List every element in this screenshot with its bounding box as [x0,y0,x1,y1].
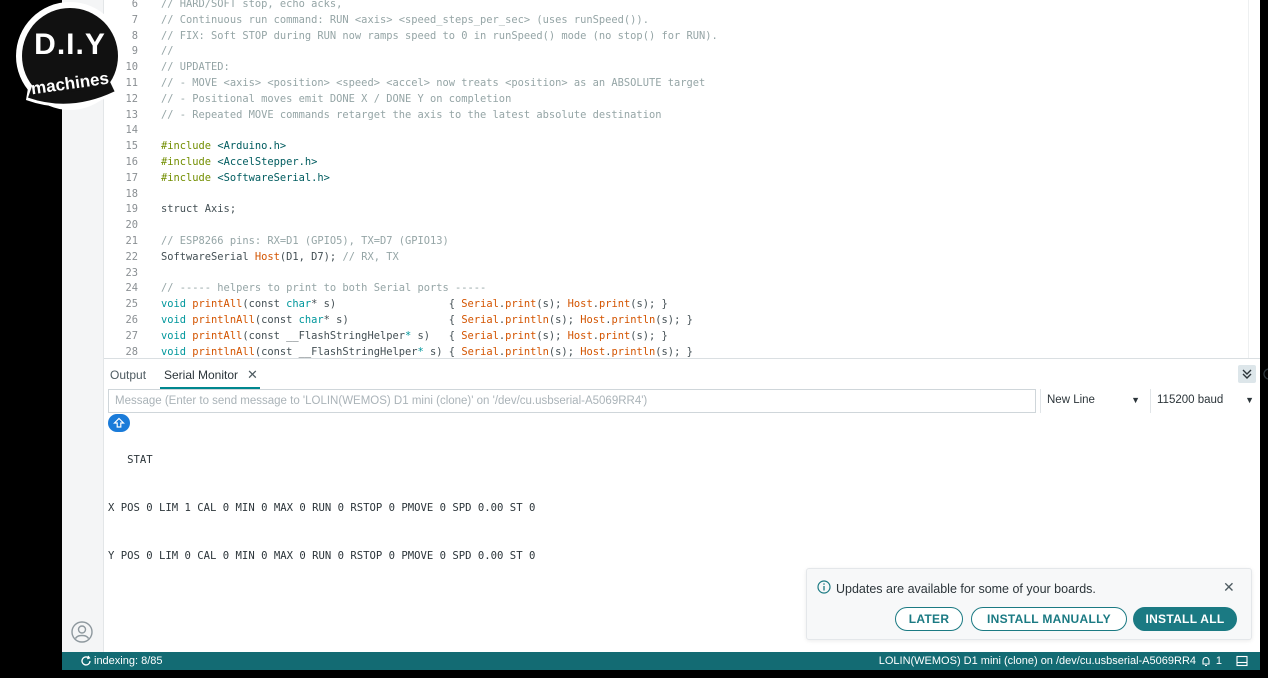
code-line: 16 #include <AccelStepper.h> [104,154,1244,170]
line-number: 23 [125,266,138,279]
line-number: 19 [125,203,138,216]
double-chevron-down-icon [1242,369,1252,379]
code-text: void printlnAll(const char* s) { Serial.… [161,314,693,326]
info-icon [817,580,831,594]
line-number: 18 [125,187,138,200]
indexing-status: indexing: 8/85 [94,655,163,667]
close-notification-icon[interactable]: ✕ [1223,579,1235,596]
account-icon[interactable] [70,620,94,644]
serial-line: Y POS 0 LIM 0 CAL 0 MIN 0 MAX 0 RUN 0 RS… [108,550,536,562]
serial-line: X POS 0 LIM 1 CAL 0 MIN 0 MAX 0 RUN 0 RS… [108,502,536,514]
install-all-button[interactable]: INSTALL ALL [1133,607,1237,631]
bell-icon[interactable] [1200,655,1212,667]
serial-output: STAT X POS 0 LIM 1 CAL 0 MIN 0 MAX 0 RUN… [108,420,535,596]
code-line: 24 // ----- helpers to print to both Seri… [104,280,1244,296]
code-text: // ESP8266 pins: RX=D1 (GPIO5), TX=D7 (G… [161,235,449,247]
line-number: 28 [125,345,138,358]
caret-down-icon: ▼ [1245,395,1254,405]
serial-line: STAT [108,454,153,466]
timestamp-button[interactable] [1260,365,1268,383]
code-text: SoftwareSerial Host(D1, D7); // RX, TX [161,250,399,263]
line-number: 14 [125,124,138,137]
code-line: 11// - MOVE <axis> <position> <speed> <a… [104,75,1244,91]
code-editor[interactable]: 6// HARD/SOFT stop, echo acks, 7// Contin… [104,0,1260,358]
logo-text-diy: D.I.Y [34,28,106,61]
update-notification: Updates are available for some of your b… [806,568,1252,640]
code-text: void printlnAll(const __FlashStringHelpe… [161,345,693,358]
code-line: 17 #include <SoftwareSerial.h> [104,170,1244,186]
line-number: 22 [125,250,138,263]
later-button[interactable]: LATER [895,607,963,631]
code-text: // [161,45,174,58]
code-text: // HARD/SOFT stop, echo acks, [161,0,343,10]
code-line: 15 #include <Arduino.h> [104,138,1244,154]
code-text: void printAll(const __FlashStringHelper*… [161,329,668,342]
baud-rate-value: 115200 baud [1157,394,1224,406]
code-line: 23 [104,265,1244,281]
code-line: 19 struct Axis; [104,201,1244,217]
line-number: 24 [125,282,138,295]
install-manually-button[interactable]: INSTALL MANUALLY [971,607,1127,631]
code-line: 12// - Positional moves emit DONE X / DO… [104,91,1244,107]
autoscroll-button[interactable] [1238,365,1256,383]
code-text: // - Repeated MOVE commands retarget the… [161,108,662,121]
arrow-up-icon [113,417,125,428]
code-line: 21 // ESP8266 pins: RX=D1 (GPIO5), TX=D7 … [104,233,1244,249]
code-line: 25 void printAll(const char* s) { Serial.… [104,296,1244,312]
caret-down-icon: ▼ [1131,395,1140,405]
code-text: // Continuous run command: RUN <axis> <s… [161,13,649,26]
serial-message-input[interactable]: Message (Enter to send message to 'LOLIN… [108,389,1036,413]
code-text: // - MOVE <axis> <position> <speed> <acc… [161,77,706,89]
line-number: 17 [125,171,138,184]
code-line: 9// [104,43,1244,59]
diy-machines-logo: D.I.Y machines [14,0,126,112]
code-text: // - Positional moves emit DONE X / DONE… [161,92,512,105]
code-text: #include <SoftwareSerial.h> [161,171,330,184]
line-number: 16 [125,156,138,168]
code-text: // FIX: Soft STOP during RUN now ramps s… [161,29,718,42]
tab-serial-monitor[interactable]: Serial Monitor [164,368,238,382]
code-text: // ----- helpers to print to both Serial… [161,282,487,295]
line-ending-value: New Line [1047,394,1095,406]
notification-message: Updates are available for some of your b… [836,582,1096,596]
line-number: 15 [125,140,138,153]
code-text: struct Axis; [161,203,237,216]
code-text: void printAll(const char* s) { Serial.pr… [161,298,668,311]
code-line: 14 [104,122,1244,138]
code-line: 20 [104,217,1244,233]
line-number: 20 [125,219,138,232]
panel-tabs: Output Serial Monitor ✕ [104,359,1268,389]
line-number: 26 [125,314,138,326]
code-line: 28 void printlnAll(const __FlashStringHel… [104,344,1244,358]
clock-icon [1263,368,1268,380]
code-line: 27 void printAll(const __FlashStringHelpe… [104,328,1244,344]
status-bar: indexing: 8/85 LOLIN(WEMOS) D1 mini (clo… [62,652,1260,670]
line-number: 21 [125,235,138,247]
tab-output[interactable]: Output [110,368,146,382]
code-text: #include <AccelStepper.h> [161,156,318,168]
line-number: 27 [125,329,138,342]
code-line: 10// UPDATED: [104,59,1244,75]
code-text: #include <Arduino.h> [161,140,287,153]
panel-toggle-icon[interactable] [1236,655,1248,667]
code-line: 8// FIX: Soft STOP during RUN now ramps … [104,28,1244,44]
sync-icon [81,655,91,666]
code-line: 6// HARD/SOFT stop, echo acks, [104,0,1244,12]
board-port-status[interactable]: LOLIN(WEMOS) D1 mini (clone) on /dev/cu.… [879,655,1196,667]
code-line: 13// - Repeated MOVE commands retarget t… [104,107,1244,123]
code-line: 26 void printlnAll(const char* s) { Seria… [104,312,1244,328]
code-line: 18 [104,186,1244,202]
close-tab-icon[interactable]: ✕ [247,367,258,383]
code-line: 22 SoftwareSerial Host(D1, D7); // RX, TX [104,249,1244,265]
baud-rate-select[interactable]: 115200 baud ▼ [1150,389,1260,413]
code-line: 7// Continuous run command: RUN <axis> <… [104,12,1244,28]
scroll-to-top-button[interactable] [108,414,130,432]
code-text: // UPDATED: [161,61,230,74]
notification-count[interactable]: 1 [1216,655,1222,667]
line-ending-select[interactable]: New Line ▼ [1040,389,1146,413]
editor-scrollbar[interactable] [1248,0,1260,358]
line-number: 25 [125,298,138,311]
